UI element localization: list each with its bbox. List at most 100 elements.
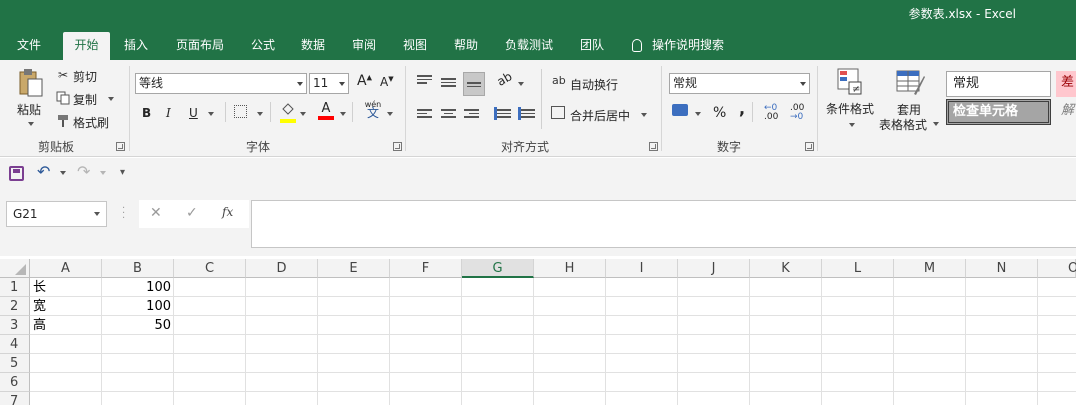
undo-dropdown-icon[interactable] [60,171,66,175]
row-header-7[interactable]: 7 [0,392,30,405]
copy-dropdown-icon[interactable] [108,97,114,101]
font-name-select[interactable]: 等线 [135,73,307,94]
copy-button[interactable]: 复制 [73,91,97,108]
insert-function-icon[interactable]: fx [222,205,233,219]
row-header-3[interactable]: 3 [0,316,30,335]
shrink-font-button[interactable]: A▼ [380,75,394,89]
cancel-icon[interactable]: ✕ [150,205,162,221]
font-size-select[interactable]: 11 [309,73,349,94]
cell-b1[interactable]: 100 [102,278,171,297]
table-format-dropdown-icon[interactable] [933,122,939,126]
tab-review[interactable]: 审阅 [343,32,385,60]
row-header-5[interactable]: 5 [0,354,30,373]
redo-icon[interactable]: ↷ [77,162,90,181]
column-header-l[interactable]: L [822,259,894,278]
number-format-select[interactable]: 常规 [669,73,810,94]
column-header-e[interactable]: E [318,259,390,278]
row-header-1[interactable]: 1 [0,278,30,297]
conditional-format-dropdown-icon[interactable] [849,123,855,127]
style-explanatory[interactable]: 解 [1056,99,1076,125]
accounting-dropdown-icon[interactable] [695,112,701,116]
orientation-dropdown-icon[interactable] [518,82,524,86]
undo-icon[interactable]: ↶ [37,162,50,181]
fill-color-button[interactable] [280,102,296,123]
cut-button[interactable]: 剪切 [73,68,97,85]
row-header-4[interactable]: 4 [0,335,30,354]
cell-a2[interactable]: 宽 [33,297,46,316]
font-color-button[interactable]: A [318,101,334,120]
style-check-cell[interactable]: 检查单元格 [946,99,1051,125]
tab-data[interactable]: 数据 [292,32,334,60]
column-header-n[interactable]: N [966,259,1038,278]
row-header-2[interactable]: 2 [0,297,30,316]
tab-view[interactable]: 视图 [394,32,436,60]
tab-page-layout[interactable]: 页面布局 [167,32,233,60]
decrease-decimal-button[interactable]: .00 →0 [790,104,804,122]
tab-file[interactable]: 文件 [8,32,50,60]
paste-button[interactable]: 粘贴 [17,101,41,118]
font-color-dropdown-icon[interactable] [340,112,346,116]
select-all-button[interactable] [0,259,30,278]
cell-a1[interactable]: 长 [33,278,46,297]
merge-center-button[interactable]: 合并后居中 [570,107,630,124]
cell-b3[interactable]: 50 [102,316,171,335]
bold-button[interactable]: B [142,106,151,120]
fill-color-dropdown-icon[interactable] [300,112,306,116]
decrease-indent-icon[interactable] [494,107,511,120]
alignment-launcher-icon[interactable] [649,142,658,151]
tab-insert[interactable]: 插入 [115,32,157,60]
tab-formulas[interactable]: 公式 [242,32,284,60]
column-header-j[interactable]: J [678,259,750,278]
column-header-a[interactable]: A [30,259,102,278]
style-bad[interactable]: 差 [1056,71,1076,97]
align-top-icon[interactable] [417,73,432,86]
wrap-text-button[interactable]: 自动换行 [570,76,618,93]
comma-button[interactable]: , [739,99,745,118]
cell-a3[interactable]: 高 [33,316,46,335]
column-header-m[interactable]: M [894,259,966,278]
increase-indent-icon[interactable] [518,107,535,120]
drag-handle-icon[interactable]: · · · [122,204,125,224]
column-header-b[interactable]: B [102,259,174,278]
enter-icon[interactable]: ✓ [186,205,198,221]
percent-button[interactable]: % [713,105,726,121]
customize-qat-icon[interactable]: ▾ [120,167,125,178]
column-header-c[interactable]: C [174,259,246,278]
clipboard-launcher-icon[interactable] [116,142,125,151]
table-format-button[interactable]: 表格格式 [879,116,927,133]
merge-dropdown-icon[interactable] [641,113,647,117]
phonetic-dropdown-icon[interactable] [387,112,393,116]
italic-button[interactable]: I [166,106,171,120]
underline-dropdown-icon[interactable] [208,112,214,116]
tell-me-search[interactable]: 操作说明搜索 [632,32,724,60]
column-header-d[interactable]: D [246,259,318,278]
cell-b2[interactable]: 100 [102,297,171,316]
align-center-icon[interactable] [441,107,456,120]
style-normal[interactable]: 常规 [946,71,1051,97]
column-header-g[interactable]: G [462,259,534,278]
align-right-icon[interactable] [464,107,479,120]
font-launcher-icon[interactable] [393,142,402,151]
tab-load-test[interactable]: 负载测试 [496,32,562,60]
number-launcher-icon[interactable] [805,142,814,151]
column-header-o[interactable]: O [1038,259,1076,278]
align-left-icon[interactable] [417,107,432,120]
column-header-h[interactable]: H [534,259,606,278]
column-header-i[interactable]: I [606,259,678,278]
border-icon[interactable] [234,105,247,118]
phonetic-button[interactable]: wén 文 [364,100,382,119]
increase-decimal-button[interactable]: ←0.00 [764,104,778,122]
underline-button[interactable]: U [189,106,198,120]
format-painter-button[interactable]: 格式刷 [73,114,109,131]
formula-input[interactable] [251,200,1076,248]
align-middle-icon[interactable] [441,76,456,89]
grow-font-button[interactable]: A▲ [357,73,372,89]
border-dropdown-icon[interactable] [257,112,263,116]
save-icon[interactable] [9,166,24,181]
tab-home[interactable]: 开始 [63,32,110,60]
align-bottom-icon[interactable] [463,72,485,96]
column-header-f[interactable]: F [390,259,462,278]
paste-dropdown-icon[interactable] [28,122,34,126]
tab-help[interactable]: 帮助 [445,32,487,60]
column-header-k[interactable]: K [750,259,822,278]
